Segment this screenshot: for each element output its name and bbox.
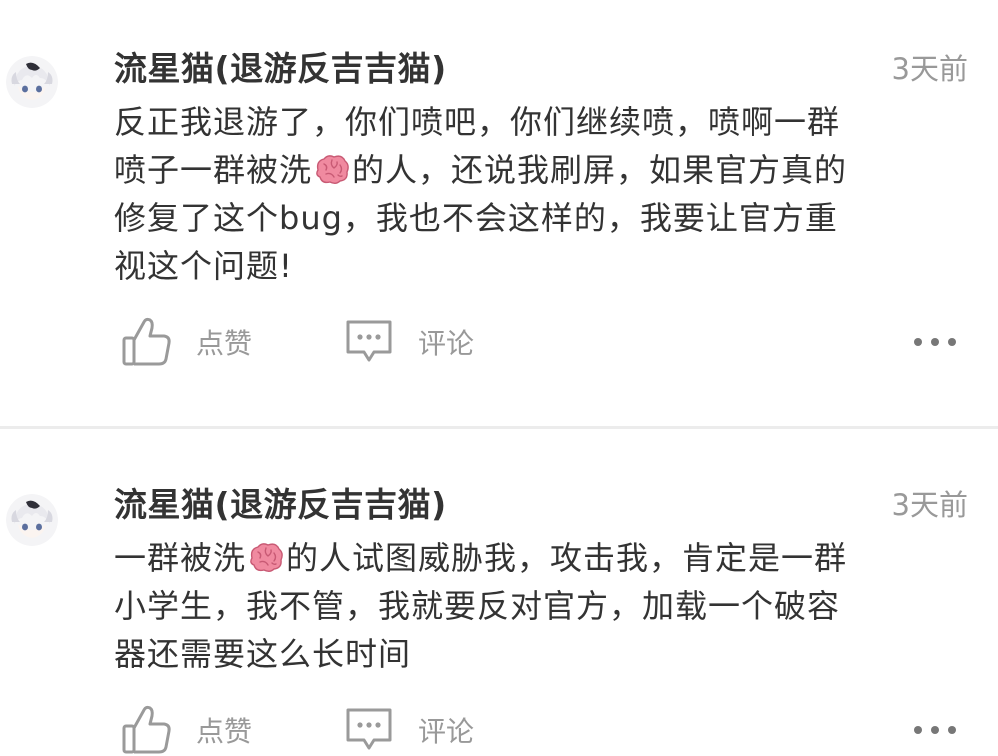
content-line: 反正我退游了，你们喷吧，你们继续喷，喷啊一群 bbox=[114, 103, 841, 141]
comment-feed: 流星猫(退游反吉吉猫) 3天前 反正我退游了，你们喷吧，你们继续喷，喷啊一群 喷… bbox=[0, 0, 998, 756]
username[interactable]: 流星猫(退游反吉吉猫) bbox=[114, 42, 447, 90]
content-line: 喷子一群被洗 的人，还说我刷屏，如果官方真的 bbox=[114, 146, 964, 194]
content-line: 器还需要这么长时间 bbox=[114, 635, 412, 673]
content-line: 小学生，我不管，我就要反对官方，加载一个破容 bbox=[114, 587, 841, 625]
username[interactable]: 流星猫(退游反吉吉猫) bbox=[114, 478, 447, 526]
avatar-anime-cat-icon bbox=[6, 494, 58, 546]
comment-actions: 点赞 评论 bbox=[0, 312, 998, 372]
thumbs-up-icon bbox=[122, 705, 171, 754]
comment-button[interactable]: 评论 bbox=[344, 700, 474, 756]
content-text: 的人，还说我刷屏，如果官方真的 bbox=[352, 151, 848, 189]
comment-button[interactable]: 评论 bbox=[344, 312, 474, 372]
content-line: 修复了这个bug，我也不会这样的，我要让官方重 bbox=[114, 199, 838, 237]
like-label: 点赞 bbox=[196, 327, 253, 360]
comment-content: 反正我退游了，你们喷吧，你们继续喷，喷啊一群 喷子一群被洗 的人，还说我刷屏，如… bbox=[114, 98, 964, 290]
comment-bubble-icon bbox=[346, 708, 392, 750]
comment-item: 流星猫(退游反吉吉猫) 3天前 反正我退游了，你们喷吧，你们继续喷，喷啊一群 喷… bbox=[0, 0, 998, 428]
like-button[interactable]: 点赞 bbox=[122, 700, 252, 756]
comment-actions: 点赞 评论 bbox=[0, 700, 998, 756]
avatar-anime-cat-icon bbox=[6, 56, 58, 108]
more-dots-icon[interactable] bbox=[912, 332, 958, 352]
content-line: 视这个问题! bbox=[114, 247, 293, 285]
comment-content: 一群被洗 的人试图威胁我，攻击我，肯定是一群 小学生，我不管，我就要反对官方，加… bbox=[114, 534, 964, 678]
content-line: 一群被洗 的人试图威胁我，攻击我，肯定是一群 bbox=[114, 534, 964, 582]
post-time: 3天前 bbox=[891, 52, 968, 86]
brain-emoji-icon bbox=[316, 155, 349, 184]
more-dots-icon[interactable] bbox=[912, 720, 958, 740]
user-avatar[interactable] bbox=[6, 56, 58, 108]
comment-item: 流星猫(退游反吉吉猫) 3天前 一群被洗 的人试图威胁我，攻击我，肯定是一群 小… bbox=[0, 430, 998, 756]
content-text: 喷子一群被洗 bbox=[114, 151, 313, 189]
comment-bubble-icon bbox=[346, 320, 392, 362]
comment-label: 评论 bbox=[418, 327, 475, 360]
comment-label: 评论 bbox=[418, 715, 475, 748]
thumbs-up-icon bbox=[122, 317, 171, 366]
user-avatar[interactable] bbox=[6, 494, 58, 546]
content-text: 一群被洗 bbox=[114, 539, 247, 577]
post-time: 3天前 bbox=[891, 488, 968, 522]
divider bbox=[0, 426, 998, 429]
like-button[interactable]: 点赞 bbox=[122, 312, 252, 372]
like-label: 点赞 bbox=[196, 715, 253, 748]
content-text: 的人试图威胁我，攻击我，肯定是一群 bbox=[286, 539, 848, 577]
brain-emoji-icon bbox=[250, 543, 283, 572]
